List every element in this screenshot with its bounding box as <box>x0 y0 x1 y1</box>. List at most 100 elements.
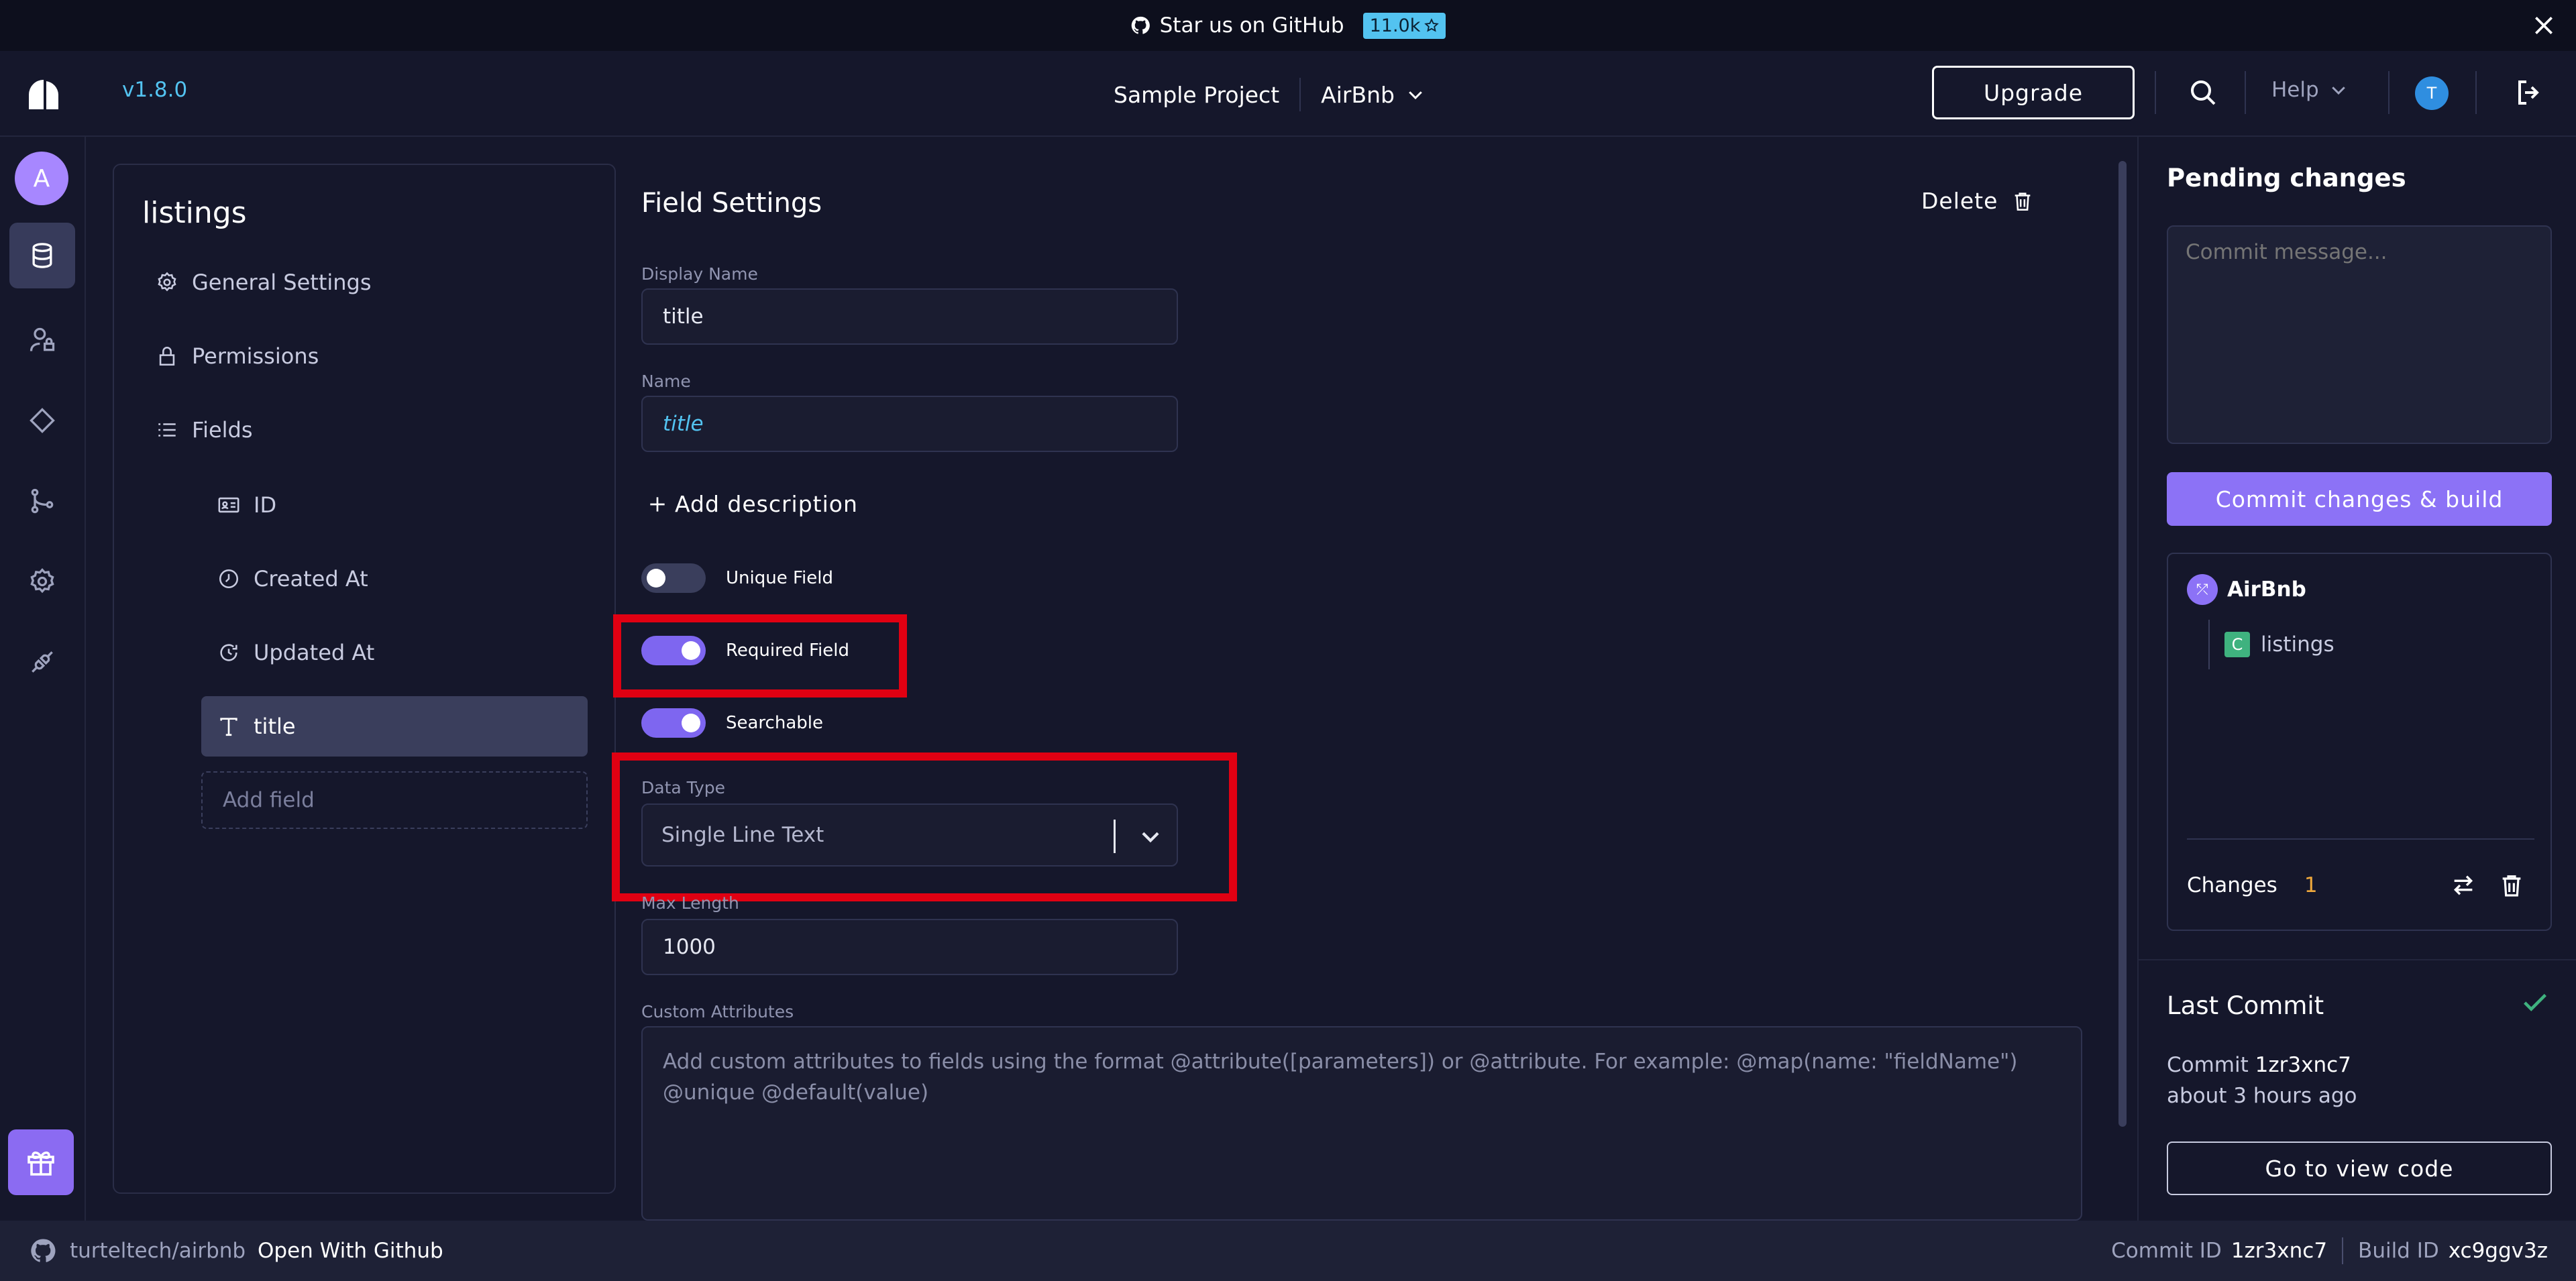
nav-permissions[interactable]: Permissions <box>156 343 319 369</box>
page-title: Field Settings <box>641 188 822 219</box>
clock-icon <box>219 569 239 589</box>
header-divider <box>2155 71 2156 114</box>
repo-link[interactable]: turteltech/airbnb <box>30 1237 246 1264</box>
nav-plugins[interactable] <box>9 388 75 453</box>
unique-field-toggle[interactable] <box>641 563 706 593</box>
gear-icon <box>158 272 176 292</box>
nav-fields[interactable]: Fields <box>156 417 253 443</box>
close-icon[interactable] <box>2530 12 2557 39</box>
go-to-view-code-button[interactable]: Go to view code <box>2167 1141 2552 1195</box>
max-length-label: Max Length <box>641 893 739 913</box>
nav-commits[interactable] <box>9 468 75 534</box>
resource-selector[interactable]: AirBnb <box>1321 82 1426 108</box>
pending-changes-list: ⤱ AirBnb C listings Changes 1 <box>2167 553 2552 931</box>
field-item-title[interactable]: title <box>201 696 588 757</box>
help-menu[interactable]: Help <box>2271 78 2349 102</box>
custom-attributes-label: Custom Attributes <box>641 1002 794 1021</box>
id-card-icon <box>218 497 239 513</box>
logout-icon[interactable] <box>2513 76 2545 109</box>
nav-roles[interactable] <box>9 307 75 373</box>
field-item-created-at[interactable]: Created At <box>201 549 588 609</box>
app-logo-icon[interactable] <box>27 78 60 111</box>
workspace-avatar[interactable]: A <box>15 152 68 205</box>
diamond-icon <box>30 408 55 433</box>
github-banner-text: Star us on GitHub <box>1159 13 1344 38</box>
last-commit-id[interactable]: 1zr3xnc7 <box>2255 1053 2351 1077</box>
nav-connections[interactable] <box>9 629 75 695</box>
unique-field-row: Unique Field <box>641 563 833 593</box>
divider <box>2187 838 2534 840</box>
gift-icon <box>28 1151 54 1176</box>
status-footer: turteltech/airbnb Open With Github Commi… <box>0 1221 2576 1281</box>
change-type-badge: C <box>2224 632 2250 657</box>
toggle-knob <box>647 569 665 588</box>
chevron-down-icon <box>1409 91 1422 100</box>
nav-permissions-label: Permissions <box>192 343 319 369</box>
plug-icon <box>32 651 53 673</box>
field-item-label: title <box>254 714 296 739</box>
commit-prefix: Commit <box>2167 1053 2249 1077</box>
trash-icon[interactable] <box>2498 872 2525 899</box>
add-field-input[interactable]: Add field <box>201 771 588 829</box>
user-avatar[interactable]: T <box>2415 76 2449 110</box>
toggle-knob <box>682 714 700 732</box>
field-settings-panel: Field Settings Delete Display Name title… <box>612 137 2112 1221</box>
whats-new-button[interactable] <box>8 1129 74 1195</box>
star-icon <box>1424 18 1440 32</box>
field-item-id[interactable]: ID <box>201 475 588 535</box>
commit-changes-button[interactable]: Commit changes & build <box>2167 472 2552 526</box>
database-icon <box>32 243 52 268</box>
changes-summary: Changes 1 <box>2187 873 2318 897</box>
scrollbar[interactable] <box>2118 161 2127 1127</box>
field-item-updated-at[interactable]: Updated At <box>201 622 588 683</box>
header-divider <box>2388 71 2390 114</box>
delete-field-button[interactable]: Delete <box>1921 188 2034 214</box>
github-star-link[interactable]: Star us on GitHub 11.0k <box>1130 12 1446 39</box>
entity-panel: listings General Settings Permissions Fi… <box>113 164 616 1194</box>
project-name[interactable]: Sample Project <box>1114 82 1279 108</box>
upgrade-button[interactable]: Upgrade <box>1932 66 2135 119</box>
nav-general-settings[interactable]: General Settings <box>156 270 372 295</box>
display-name-field[interactable]: title <box>641 288 1178 345</box>
name-field[interactable]: title <box>641 396 1178 452</box>
build-id-label: Build ID <box>2358 1239 2439 1263</box>
tree-line <box>2208 620 2210 669</box>
select-divider <box>1114 820 1116 853</box>
commit-message-input[interactable] <box>2167 225 2552 444</box>
required-field-toggle[interactable] <box>641 636 706 665</box>
changes-count: 1 <box>2304 873 2318 897</box>
resource-name: AirBnb <box>1321 81 1395 108</box>
version-label: v1.8.0 <box>122 78 188 102</box>
lock-icon <box>159 347 175 366</box>
searchable-toggle[interactable] <box>641 708 706 738</box>
nav-settings[interactable] <box>9 549 75 614</box>
build-id-value[interactable]: xc9ggv3z <box>2449 1239 2548 1263</box>
custom-attributes-input[interactable]: Add custom attributes to fields using th… <box>641 1026 2082 1221</box>
nav-entities[interactable] <box>9 223 75 288</box>
field-item-label: Created At <box>254 566 368 592</box>
data-type-value: Single Line Text <box>661 823 824 847</box>
add-description-button[interactable]: Add description <box>647 491 858 517</box>
star-count: 11.0k <box>1369 15 1421 36</box>
git-branch-icon <box>31 488 54 514</box>
changed-entity-item[interactable]: C listings <box>2224 632 2334 657</box>
pending-changes-title: Pending changes <box>2167 164 2406 192</box>
display-name-label: Display Name <box>641 264 758 284</box>
compare-icon[interactable] <box>2450 872 2477 899</box>
user-lock-icon <box>30 327 55 351</box>
text-type-icon <box>220 718 237 736</box>
last-commit-info: Commit 1zr3xnc7 <box>2167 1053 2351 1077</box>
resource-item[interactable]: ⤱ AirBnb <box>2187 574 2306 605</box>
build-info: Commit ID 1zr3xnc7 Build ID xc9ggv3z <box>2111 1237 2548 1264</box>
max-length-field[interactable]: 1000 <box>641 919 1178 975</box>
nav-fields-label: Fields <box>192 417 253 443</box>
open-with-github-link[interactable]: Open With Github <box>258 1239 443 1263</box>
data-type-select[interactable]: Single Line Text <box>641 803 1178 867</box>
search-icon[interactable] <box>2187 76 2219 109</box>
github-icon <box>31 1239 56 1262</box>
field-item-label: ID <box>254 492 277 518</box>
commit-id-value[interactable]: 1zr3xnc7 <box>2231 1239 2327 1263</box>
panel-divider <box>2139 959 2576 960</box>
list-icon <box>158 423 176 437</box>
data-type-label: Data Type <box>641 778 726 797</box>
